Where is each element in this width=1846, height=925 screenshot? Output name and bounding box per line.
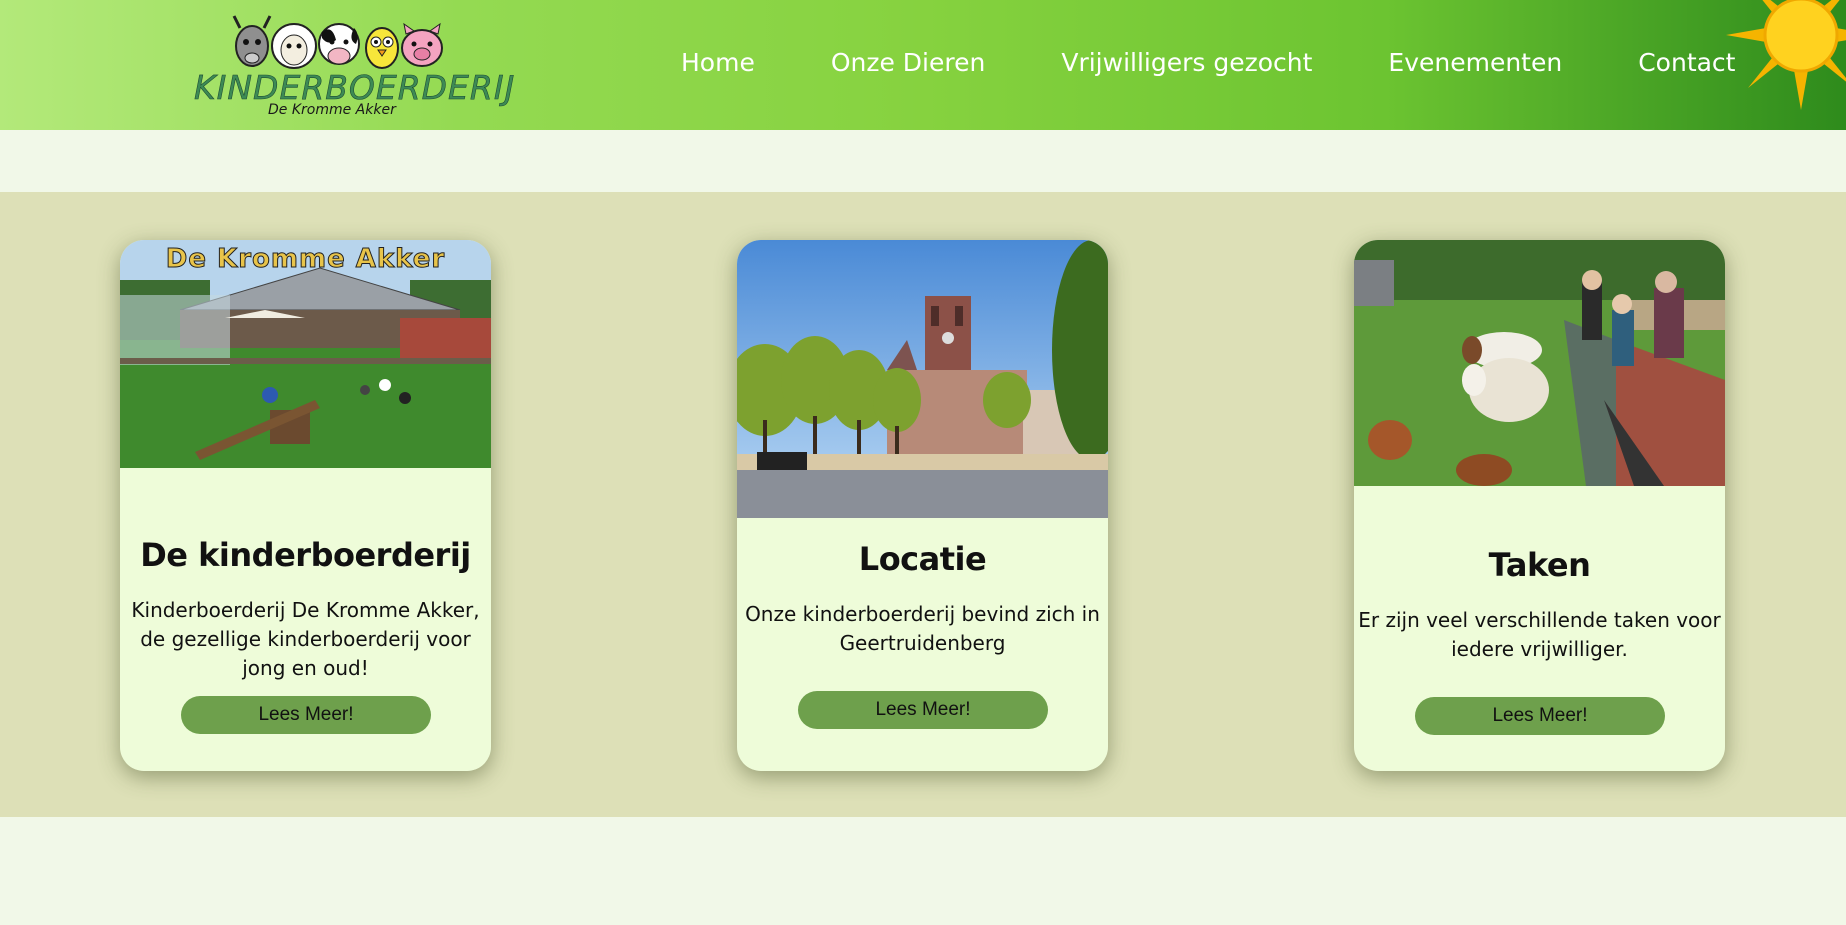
card-kinderboerderij: De Kromme Akker De kinderboerderij Kinde…: [120, 240, 491, 771]
card-image-church: [737, 240, 1108, 518]
nav-item-evenementen[interactable]: Evenementen: [1388, 48, 1562, 77]
farm-animals-icon: [232, 15, 443, 69]
site-logo[interactable]: KINDERBOERDERIJ De Kromme Akker: [190, 14, 515, 124]
card-taken: Taken Er zijn veel verschillende taken v…: [1354, 240, 1725, 771]
card-description: Onze kinderboerderij bevind zich in Geer…: [745, 602, 1100, 655]
nav-item-vrijwilligers[interactable]: Vrijwilligers gezocht: [1061, 48, 1312, 77]
nav-item-contact[interactable]: Contact: [1638, 48, 1735, 77]
card-description: Er zijn veel verschillende taken voor ie…: [1358, 608, 1721, 661]
card-image-farm: [120, 240, 491, 468]
lees-meer-button[interactable]: Lees Meer!: [1415, 697, 1665, 735]
header-spacer: [0, 130, 1846, 192]
card-title: Locatie: [858, 540, 987, 578]
main-nav: Home Onze Dieren Vrijwilligers gezocht E…: [681, 48, 1735, 77]
logo-subtitle: De Kromme Akker: [268, 102, 396, 118]
site-header: KINDERBOERDERIJ De Kromme Akker Home Onz…: [0, 0, 1846, 130]
card-title: De kinderboerderij: [140, 536, 471, 574]
sun-icon: [1726, 0, 1846, 110]
card-locatie: Locatie Onze kinderboerderij bevind zich…: [737, 240, 1108, 771]
card-image-volunteers: [1354, 240, 1725, 486]
nav-item-onze-dieren[interactable]: Onze Dieren: [831, 48, 986, 77]
lees-meer-button[interactable]: Lees Meer!: [181, 696, 431, 734]
card-description: Kinderboerderij De Kromme Akker, de geze…: [131, 598, 480, 680]
nav-item-home[interactable]: Home: [681, 48, 755, 77]
footer-strip: [0, 817, 1846, 925]
card-title: Taken: [1488, 546, 1591, 584]
card-image-caption: De Kromme Akker: [165, 244, 446, 275]
lees-meer-button[interactable]: Lees Meer!: [798, 691, 1048, 729]
cards-section: De Kromme Akker De kinderboerderij Kinde…: [0, 192, 1846, 817]
